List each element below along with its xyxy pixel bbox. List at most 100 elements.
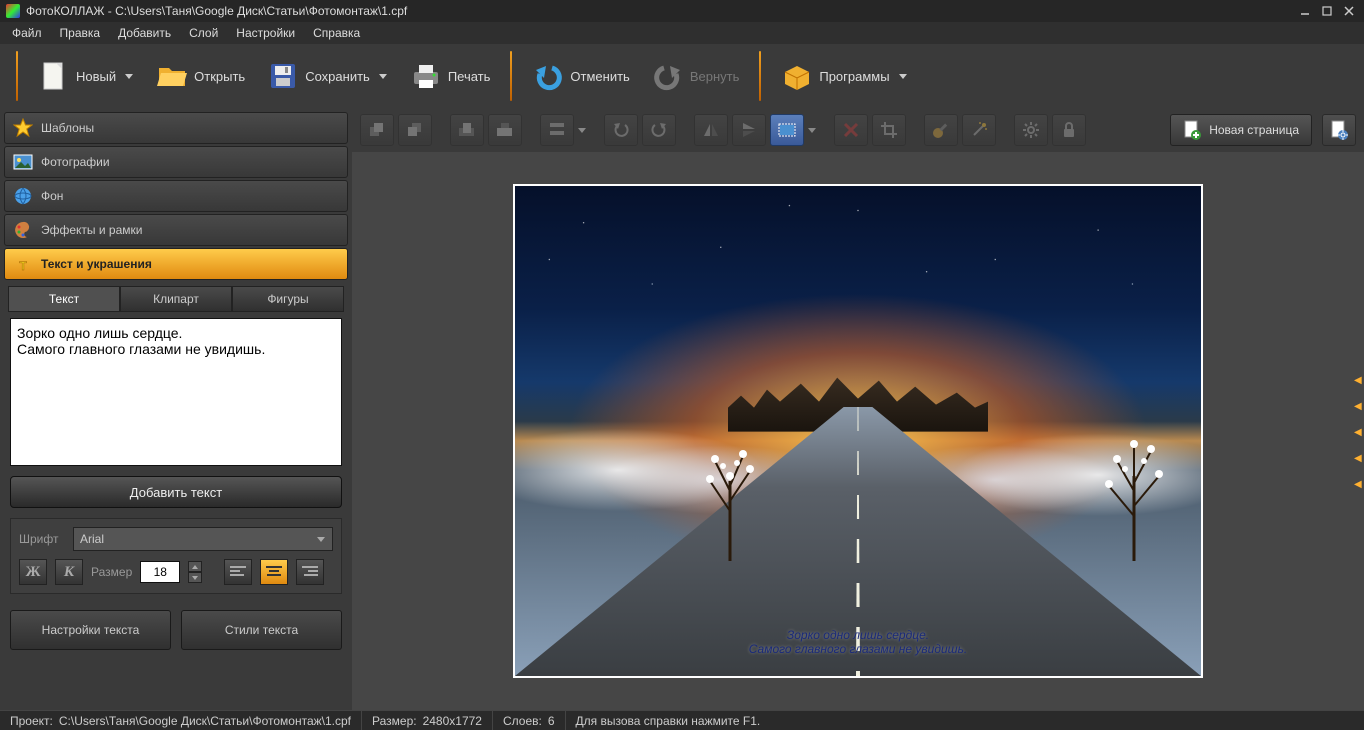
size-input[interactable] (140, 561, 180, 583)
spin-up-icon[interactable] (188, 561, 202, 572)
minimize-button[interactable] (1296, 4, 1314, 18)
fit-screen-button[interactable] (770, 114, 804, 146)
gear-button[interactable] (1014, 114, 1048, 146)
printer-icon (410, 60, 442, 92)
floppy-disk-icon (267, 60, 299, 92)
new-page-button[interactable]: Новая страница (1170, 114, 1312, 146)
dropdown-icon[interactable] (578, 114, 586, 146)
crop-button[interactable] (872, 114, 906, 146)
subtab-shapes[interactable]: Фигуры (232, 286, 344, 312)
italic-button[interactable]: К (55, 559, 83, 585)
align-left-button[interactable] (224, 559, 252, 585)
flip-horizontal-button[interactable] (694, 114, 728, 146)
font-label: Шрифт (19, 532, 65, 546)
menu-layer[interactable]: Слой (181, 24, 226, 42)
align-right-button[interactable] (296, 559, 324, 585)
bring-front-button[interactable] (450, 114, 484, 146)
text-styles-button[interactable]: Стили текста (181, 610, 342, 650)
menu-file[interactable]: Файл (4, 24, 50, 42)
align-button[interactable] (540, 114, 574, 146)
text-t-icon: T (13, 254, 33, 274)
page-plus-icon (1183, 120, 1201, 140)
undo-button[interactable]: Отменить (524, 54, 637, 98)
bold-button[interactable]: Ж (19, 559, 47, 585)
accordion-text-decorations[interactable]: T Текст и украшения (4, 248, 348, 280)
status-layers: Слоев: 6 (493, 711, 566, 730)
text-properties: Шрифт Arial Ж К Размер (10, 518, 342, 594)
globe-icon (13, 186, 33, 206)
menu-settings[interactable]: Настройки (228, 24, 303, 42)
dropdown-icon (124, 71, 134, 81)
size-spinner[interactable] (188, 561, 202, 583)
toolbar-main: Новый Открыть Сохранить Печать Отменить … (0, 44, 1364, 108)
toolbar-separator (510, 51, 512, 101)
canvas-toolbar: Новая страница (352, 108, 1364, 152)
page-settings-button[interactable] (1322, 114, 1356, 146)
dropdown-icon (898, 71, 908, 81)
canvas-area: Новая страница Зорко одно лишь сердце (352, 108, 1364, 710)
status-project: Проект: C:\Users\Таня\Google Диск\Статьи… (0, 711, 362, 730)
align-center-button[interactable] (260, 559, 288, 585)
svg-text:T: T (19, 259, 27, 273)
font-select[interactable]: Arial (73, 527, 333, 551)
canvas-viewport[interactable]: Зорко одно лишь сердце. Самого главного … (352, 152, 1364, 710)
undo-arrow-icon (532, 60, 564, 92)
menu-add[interactable]: Добавить (110, 24, 179, 42)
send-back-button[interactable] (488, 114, 522, 146)
text-input[interactable] (10, 318, 342, 466)
sidebar: Шаблоны Фотографии Фон Эффекты и рамки T… (0, 108, 352, 710)
app-icon (6, 4, 20, 18)
text-panel: Текст Клипарт Фигуры Добавить текст Шриф… (4, 282, 348, 706)
menu-edit[interactable]: Правка (52, 24, 109, 42)
text-settings-button[interactable]: Настройки текста (10, 610, 171, 650)
accordion-templates[interactable]: Шаблоны (4, 112, 348, 144)
menu-help[interactable]: Справка (305, 24, 368, 42)
rotate-right-button[interactable] (642, 114, 676, 146)
lock-button[interactable] (1052, 114, 1086, 146)
status-help: Для вызова справки нажмите F1. (566, 711, 771, 730)
window-title: ФотоКОЛЛАЖ - C:\Users\Таня\Google Диск\С… (26, 4, 407, 18)
dropdown-icon (316, 534, 326, 544)
tree-left (685, 421, 775, 561)
send-backward-button[interactable] (398, 114, 432, 146)
accordion-effects[interactable]: Эффекты и рамки (4, 214, 348, 246)
palette-icon (13, 220, 33, 240)
subtab-text[interactable]: Текст (8, 286, 120, 312)
dropdown-icon (378, 71, 388, 81)
right-handles[interactable]: ◀◀◀◀◀ (1354, 375, 1362, 487)
accordion-photos[interactable]: Фотографии (4, 146, 348, 178)
status-size: Размер: 2480x1772 (362, 711, 493, 730)
toolbar-separator (16, 51, 18, 101)
rotate-left-button[interactable] (604, 114, 638, 146)
star-icon (13, 118, 33, 138)
print-button[interactable]: Печать (402, 54, 499, 98)
redo-button[interactable]: Вернуть (644, 54, 748, 98)
collage-text[interactable]: Зорко одно лишь сердце. Самого главного … (515, 628, 1201, 656)
bring-forward-button[interactable] (360, 114, 394, 146)
programs-button[interactable]: Программы (773, 54, 915, 98)
box-icon (781, 60, 813, 92)
maximize-button[interactable] (1318, 4, 1336, 18)
add-text-button[interactable]: Добавить текст (10, 476, 342, 508)
flip-vertical-button[interactable] (732, 114, 766, 146)
eyedropper-button[interactable] (924, 114, 958, 146)
titlebar: ФотоКОЛЛАЖ - C:\Users\Таня\Google Диск\С… (0, 0, 1364, 22)
photo-icon (13, 152, 33, 172)
redo-arrow-icon (652, 60, 684, 92)
spin-down-icon[interactable] (188, 572, 202, 583)
new-button[interactable]: Новый (30, 54, 142, 98)
accordion-background[interactable]: Фон (4, 180, 348, 212)
open-button[interactable]: Открыть (148, 54, 253, 98)
dropdown-icon[interactable] (808, 114, 816, 146)
stars-layer (515, 186, 1201, 431)
new-file-icon (38, 60, 70, 92)
wand-button[interactable] (962, 114, 996, 146)
save-button[interactable]: Сохранить (259, 54, 396, 98)
delete-button[interactable] (834, 114, 868, 146)
folder-open-icon (156, 60, 188, 92)
size-label: Размер (91, 565, 132, 579)
close-button[interactable] (1340, 4, 1358, 18)
subtab-clipart[interactable]: Клипарт (120, 286, 232, 312)
menubar: Файл Правка Добавить Слой Настройки Спра… (0, 22, 1364, 44)
collage-canvas[interactable]: Зорко одно лишь сердце. Самого главного … (513, 184, 1203, 678)
